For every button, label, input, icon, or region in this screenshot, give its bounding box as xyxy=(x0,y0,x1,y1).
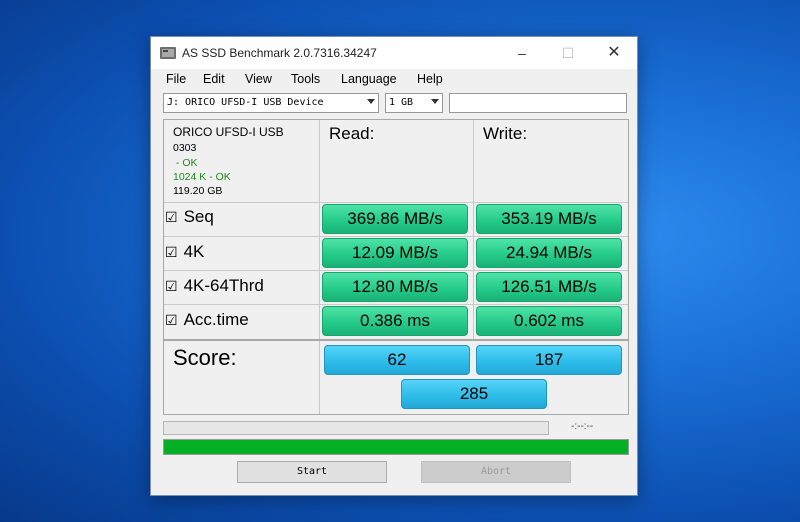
acctime-write-result: 0.602 ms xyxy=(476,306,622,336)
app-icon xyxy=(160,47,176,59)
test-acctime-label: Acc.time xyxy=(183,310,249,329)
4k-read-result: 12.09 MB/s xyxy=(322,238,468,268)
divider xyxy=(473,120,474,340)
close-button[interactable]: ✕ xyxy=(591,37,637,69)
menu-bar: File Edit View Tools Language Help xyxy=(151,69,637,91)
menu-language[interactable]: Language xyxy=(341,72,397,86)
size-select[interactable]: 1 GB xyxy=(385,93,443,113)
as-ssd-window: AS SSD Benchmark 2.0.7316.34247 – ☐ ✕ Fi… xyxy=(150,36,638,496)
score-write: 187 xyxy=(476,345,622,375)
test-4k-checkbox[interactable]: ☑ 4K xyxy=(165,242,204,262)
seq-write-result: 353.19 MB/s xyxy=(476,204,622,234)
title-bar[interactable]: AS SSD Benchmark 2.0.7316.34247 – ☐ ✕ xyxy=(151,37,637,69)
abort-button[interactable]: Abort xyxy=(421,461,571,483)
window-title: AS SSD Benchmark 2.0.7316.34247 xyxy=(182,46,377,60)
divider xyxy=(319,120,320,414)
drive-select-value: J: ORICO UFSD-I USB Device xyxy=(167,97,324,108)
divider xyxy=(164,236,628,237)
device-capacity: 119.20 GB xyxy=(173,185,223,197)
menu-tools[interactable]: Tools xyxy=(291,72,320,86)
elapsed-time: -:--:-- xyxy=(571,421,594,432)
menu-edit[interactable]: Edit xyxy=(203,72,225,86)
test-4k64-label: 4K-64Thrd xyxy=(183,276,264,295)
chevron-down-icon xyxy=(367,99,375,104)
menu-view[interactable]: View xyxy=(245,72,272,86)
start-button[interactable]: Start xyxy=(237,461,387,483)
divider xyxy=(164,202,628,203)
test-seq-checkbox[interactable]: ☑ Seq xyxy=(165,207,214,227)
device-status-driver: - OK xyxy=(173,157,198,169)
test-4k64-checkbox[interactable]: ☑ 4K-64Thrd xyxy=(165,276,264,296)
score-total: 285 xyxy=(401,379,547,409)
test-seq-label: Seq xyxy=(183,207,214,226)
device-firmware: 0303 xyxy=(173,142,197,154)
menu-file[interactable]: File xyxy=(166,72,186,86)
test-4k-label: 4K xyxy=(183,242,205,261)
checkbox-checked-icon: ☑ xyxy=(165,312,178,328)
test-progress-bar xyxy=(163,421,549,435)
acctime-read-result: 0.386 ms xyxy=(322,306,468,336)
device-status-alignment: 1024 K - OK xyxy=(173,171,231,183)
size-select-value: 1 GB xyxy=(389,97,414,108)
write-header: Write: xyxy=(483,124,528,143)
minimize-button[interactable]: – xyxy=(499,37,545,69)
divider xyxy=(164,339,628,341)
read-header: Read: xyxy=(329,124,375,143)
device-name: ORICO UFSD-I USB xyxy=(173,125,284,139)
test-acctime-checkbox[interactable]: ☑ Acc.time xyxy=(165,310,249,330)
overall-progress-bar xyxy=(163,439,629,455)
maximize-button[interactable]: ☐ xyxy=(545,37,591,69)
seq-read-result: 369.86 MB/s xyxy=(322,204,468,234)
divider xyxy=(164,270,628,271)
overall-progress-fill xyxy=(164,440,628,454)
4k64-write-result: 126.51 MB/s xyxy=(476,272,622,302)
4k64-read-result: 12.80 MB/s xyxy=(322,272,468,302)
4k-write-result: 24.94 MB/s xyxy=(476,238,622,268)
drive-select[interactable]: J: ORICO UFSD-I USB Device xyxy=(163,93,379,113)
checkbox-checked-icon: ☑ xyxy=(165,278,178,294)
chevron-down-icon xyxy=(431,99,439,104)
checkbox-checked-icon: ☑ xyxy=(165,244,178,260)
divider xyxy=(164,304,628,305)
score-label: Score: xyxy=(173,345,237,370)
name-input[interactable] xyxy=(449,93,627,113)
menu-help[interactable]: Help xyxy=(417,72,443,86)
checkbox-checked-icon: ☑ xyxy=(165,209,178,225)
score-read: 62 xyxy=(324,345,470,375)
